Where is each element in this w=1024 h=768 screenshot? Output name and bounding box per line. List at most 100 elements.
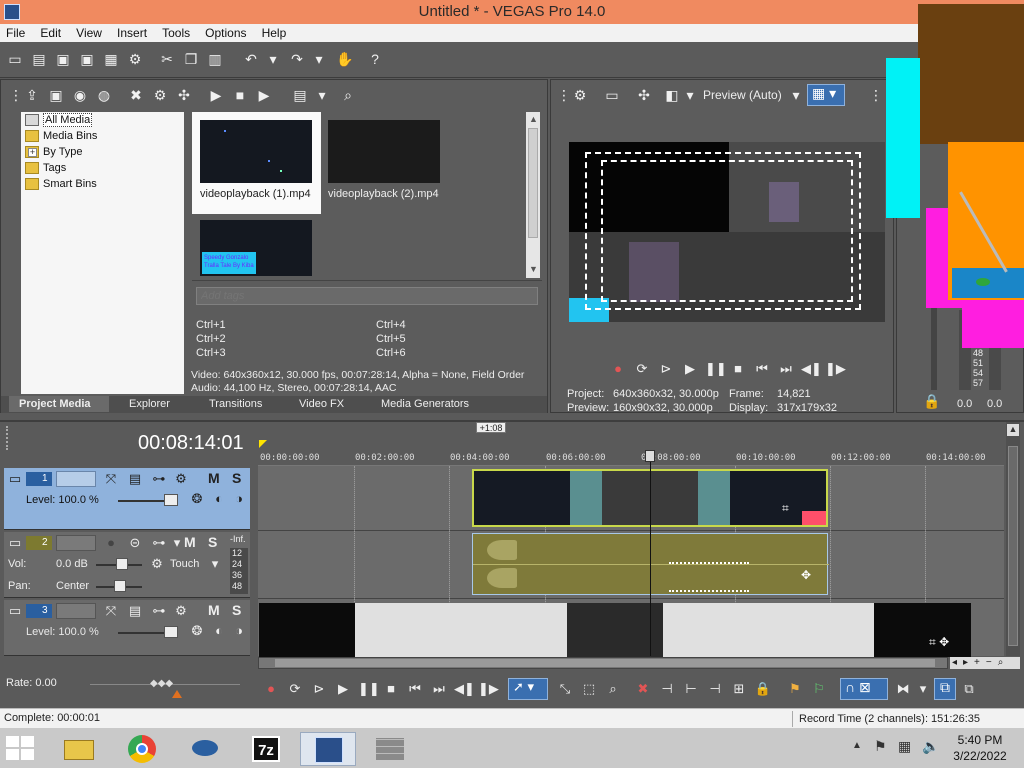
rate-slider-thumb[interactable]: ◆◆◆ (150, 678, 173, 689)
level-slider-thumb[interactable] (164, 626, 178, 638)
go-to-end-icon[interactable]: ⏭ (430, 680, 448, 698)
ignore-grouping-icon[interactable]: ⧉ (960, 680, 978, 698)
timeline-horizontal-scrollbar[interactable] (258, 657, 948, 669)
go-to-end-icon[interactable]: ⏭ (777, 360, 795, 378)
media-item-2[interactable]: videoplayback (2).mp4 (320, 112, 449, 214)
track-settings-gear-icon[interactable]: ⚙ (172, 470, 190, 488)
track-name-field-3[interactable] (56, 603, 96, 619)
tab-media-generators[interactable]: Media Generators (381, 396, 469, 412)
views-dropdown-icon[interactable]: ▾ (313, 86, 331, 104)
properties-gear-icon[interactable]: ⚙ (126, 50, 144, 68)
split-icon[interactable]: ⊞ (730, 680, 748, 698)
track-minimize-icon[interactable]: ▭ (6, 470, 24, 488)
overlays-dropdown-icon[interactable]: ▾ (681, 86, 699, 104)
solo-button-1[interactable]: S (232, 470, 241, 486)
media-fx-icon[interactable]: ◍ (95, 86, 113, 104)
track-minimize-icon[interactable]: ▭ (6, 534, 24, 552)
menu-view[interactable]: View (70, 24, 108, 40)
redo-dropdown-icon[interactable]: ▾ (310, 50, 328, 68)
trim-end-icon[interactable]: ⊣ (706, 680, 724, 698)
overlays-icon[interactable]: ◧ (663, 86, 681, 104)
insert-marker-icon[interactable]: ⚑ (786, 680, 804, 698)
import-media-icon[interactable]: ⇪ (23, 86, 41, 104)
preview-settings-gear-icon[interactable]: ⚙ (571, 86, 589, 104)
tree-by-type[interactable]: By Type (21, 144, 184, 160)
selection-edit-tool-icon[interactable]: ⬚ (580, 680, 598, 698)
track-lock-icon[interactable]: ◑ (230, 490, 248, 508)
expand-by-type-toggle[interactable]: + (28, 148, 37, 157)
pan-slider-thumb[interactable] (114, 580, 126, 592)
menu-options[interactable]: Options (199, 24, 252, 40)
compositing-mode-icon[interactable]: ❂ (188, 622, 206, 640)
auto-crossfade-icon[interactable]: ⧓ (894, 680, 912, 698)
track-motion-icon[interactable]: ⤧ (102, 602, 120, 620)
next-frame-icon[interactable]: ❚▶ (825, 360, 846, 378)
playhead-handle[interactable] (645, 450, 655, 462)
remove-media-icon[interactable]: ✖ (127, 86, 145, 104)
menu-tools[interactable]: Tools (156, 24, 196, 40)
new-file-icon[interactable]: ▭ (6, 50, 24, 68)
lock-event-icon[interactable]: 🔒 (754, 680, 772, 698)
action-center-flag-icon[interactable]: ⚑ (874, 738, 887, 755)
event-move-icon[interactable]: ✥ (801, 568, 811, 582)
timeline-timecode[interactable]: 00:08:14:01 (138, 432, 244, 455)
add-tags-input[interactable] (196, 287, 538, 305)
scroll-up-icon[interactable]: ▲ (529, 114, 538, 124)
capture-video-icon[interactable]: ▣ (47, 86, 65, 104)
track-mask-icon[interactable]: ◐ (210, 622, 228, 640)
show-hidden-icons[interactable]: ▲ (852, 740, 862, 751)
loop-icon[interactable]: ⟳ (633, 360, 651, 378)
views-list-icon[interactable]: ▤ (291, 86, 309, 104)
clock-date[interactable]: 3/22/2022 (940, 749, 1020, 763)
undo-dropdown-icon[interactable]: ▾ (264, 50, 282, 68)
play-icon[interactable]: ▶ (681, 360, 699, 378)
event-fx-badge[interactable] (802, 511, 826, 525)
file-explorer-icon[interactable] (52, 732, 108, 766)
vol-slider-thumb[interactable] (116, 558, 128, 570)
pause-icon[interactable]: ❚❚ (705, 360, 727, 378)
panel-grip[interactable] (6, 426, 14, 450)
track-name-field-1[interactable] (56, 471, 96, 487)
menu-help[interactable]: Help (256, 24, 293, 40)
tab-transitions[interactable]: Transitions (209, 396, 262, 412)
track-fx-icon[interactable]: ▤ (126, 602, 144, 620)
split-screen-icon[interactable]: ✣ (635, 86, 653, 104)
media-item-3[interactable]: Speedy Gonzalo Tralla Tale By Kiba (200, 220, 312, 276)
event-pan-crop-icon[interactable]: ⌗ (782, 501, 789, 516)
track-minimize-icon[interactable]: ▭ (6, 602, 24, 620)
go-to-start-icon[interactable]: ⏮ (406, 680, 424, 698)
solo-button-3[interactable]: S (232, 602, 241, 618)
media-item-selected[interactable]: videoplayback (1).mp4 (192, 112, 321, 214)
media-generators-icon[interactable]: ✣ (175, 86, 193, 104)
trim-start-icon[interactable]: ⊢ (682, 680, 700, 698)
stop-preview-icon[interactable]: ■ (231, 86, 249, 104)
previous-frame-icon[interactable]: ◀❚ (454, 680, 475, 698)
lock-envelopes-toggle[interactable]: ⧉ (934, 678, 956, 700)
play-from-start-icon[interactable]: ⊳ (310, 680, 328, 698)
record-icon[interactable]: ● (262, 680, 280, 698)
tree-media-bins[interactable]: Media Bins (21, 128, 184, 144)
undo-icon[interactable]: ↶ (242, 50, 260, 68)
open-folder-icon[interactable]: ▤ (30, 50, 48, 68)
track-composite-icon[interactable]: ⊶ (150, 470, 168, 488)
go-to-start-icon[interactable]: ⏮ (753, 360, 771, 378)
trim-icon[interactable]: ⊣ (658, 680, 676, 698)
preview-quality-dropdown[interactable]: Preview (Auto) (703, 88, 782, 102)
track-fx-icon[interactable]: ⊶ (150, 534, 168, 552)
track-header-3[interactable]: ▭ 3 ⤧ ▤ ⊶ ⚙ M S Level: 100.0 % ❂ ◐ ◑ (4, 600, 250, 656)
external-monitor-icon[interactable]: ▭ (603, 86, 621, 104)
mouse-app-icon[interactable] (176, 732, 232, 766)
stop-icon[interactable]: ■ (382, 680, 400, 698)
render-icon[interactable]: ▦ (102, 50, 120, 68)
loop-icon[interactable]: ⟳ (286, 680, 304, 698)
stone-wall-app-icon[interactable] (362, 732, 418, 766)
menu-file[interactable]: File (0, 24, 31, 40)
redo-icon[interactable]: ↷ (288, 50, 306, 68)
tree-smart-bins[interactable]: Smart Bins (21, 176, 184, 192)
pause-icon[interactable]: ❚❚ (358, 680, 380, 698)
timeline-vertical-scrollbar[interactable]: ▲ (1006, 422, 1020, 656)
track-header-1[interactable]: ▭ 1 ⤧ ▤ ⊶ ⚙ M S Level: 100.0 % ❂ ◐ ◑ (4, 468, 250, 530)
volume-muted-icon[interactable]: 🔈 (922, 738, 939, 755)
ripple-dropdown-icon[interactable]: ▾ (914, 680, 932, 698)
menu-insert[interactable]: Insert (111, 24, 153, 40)
